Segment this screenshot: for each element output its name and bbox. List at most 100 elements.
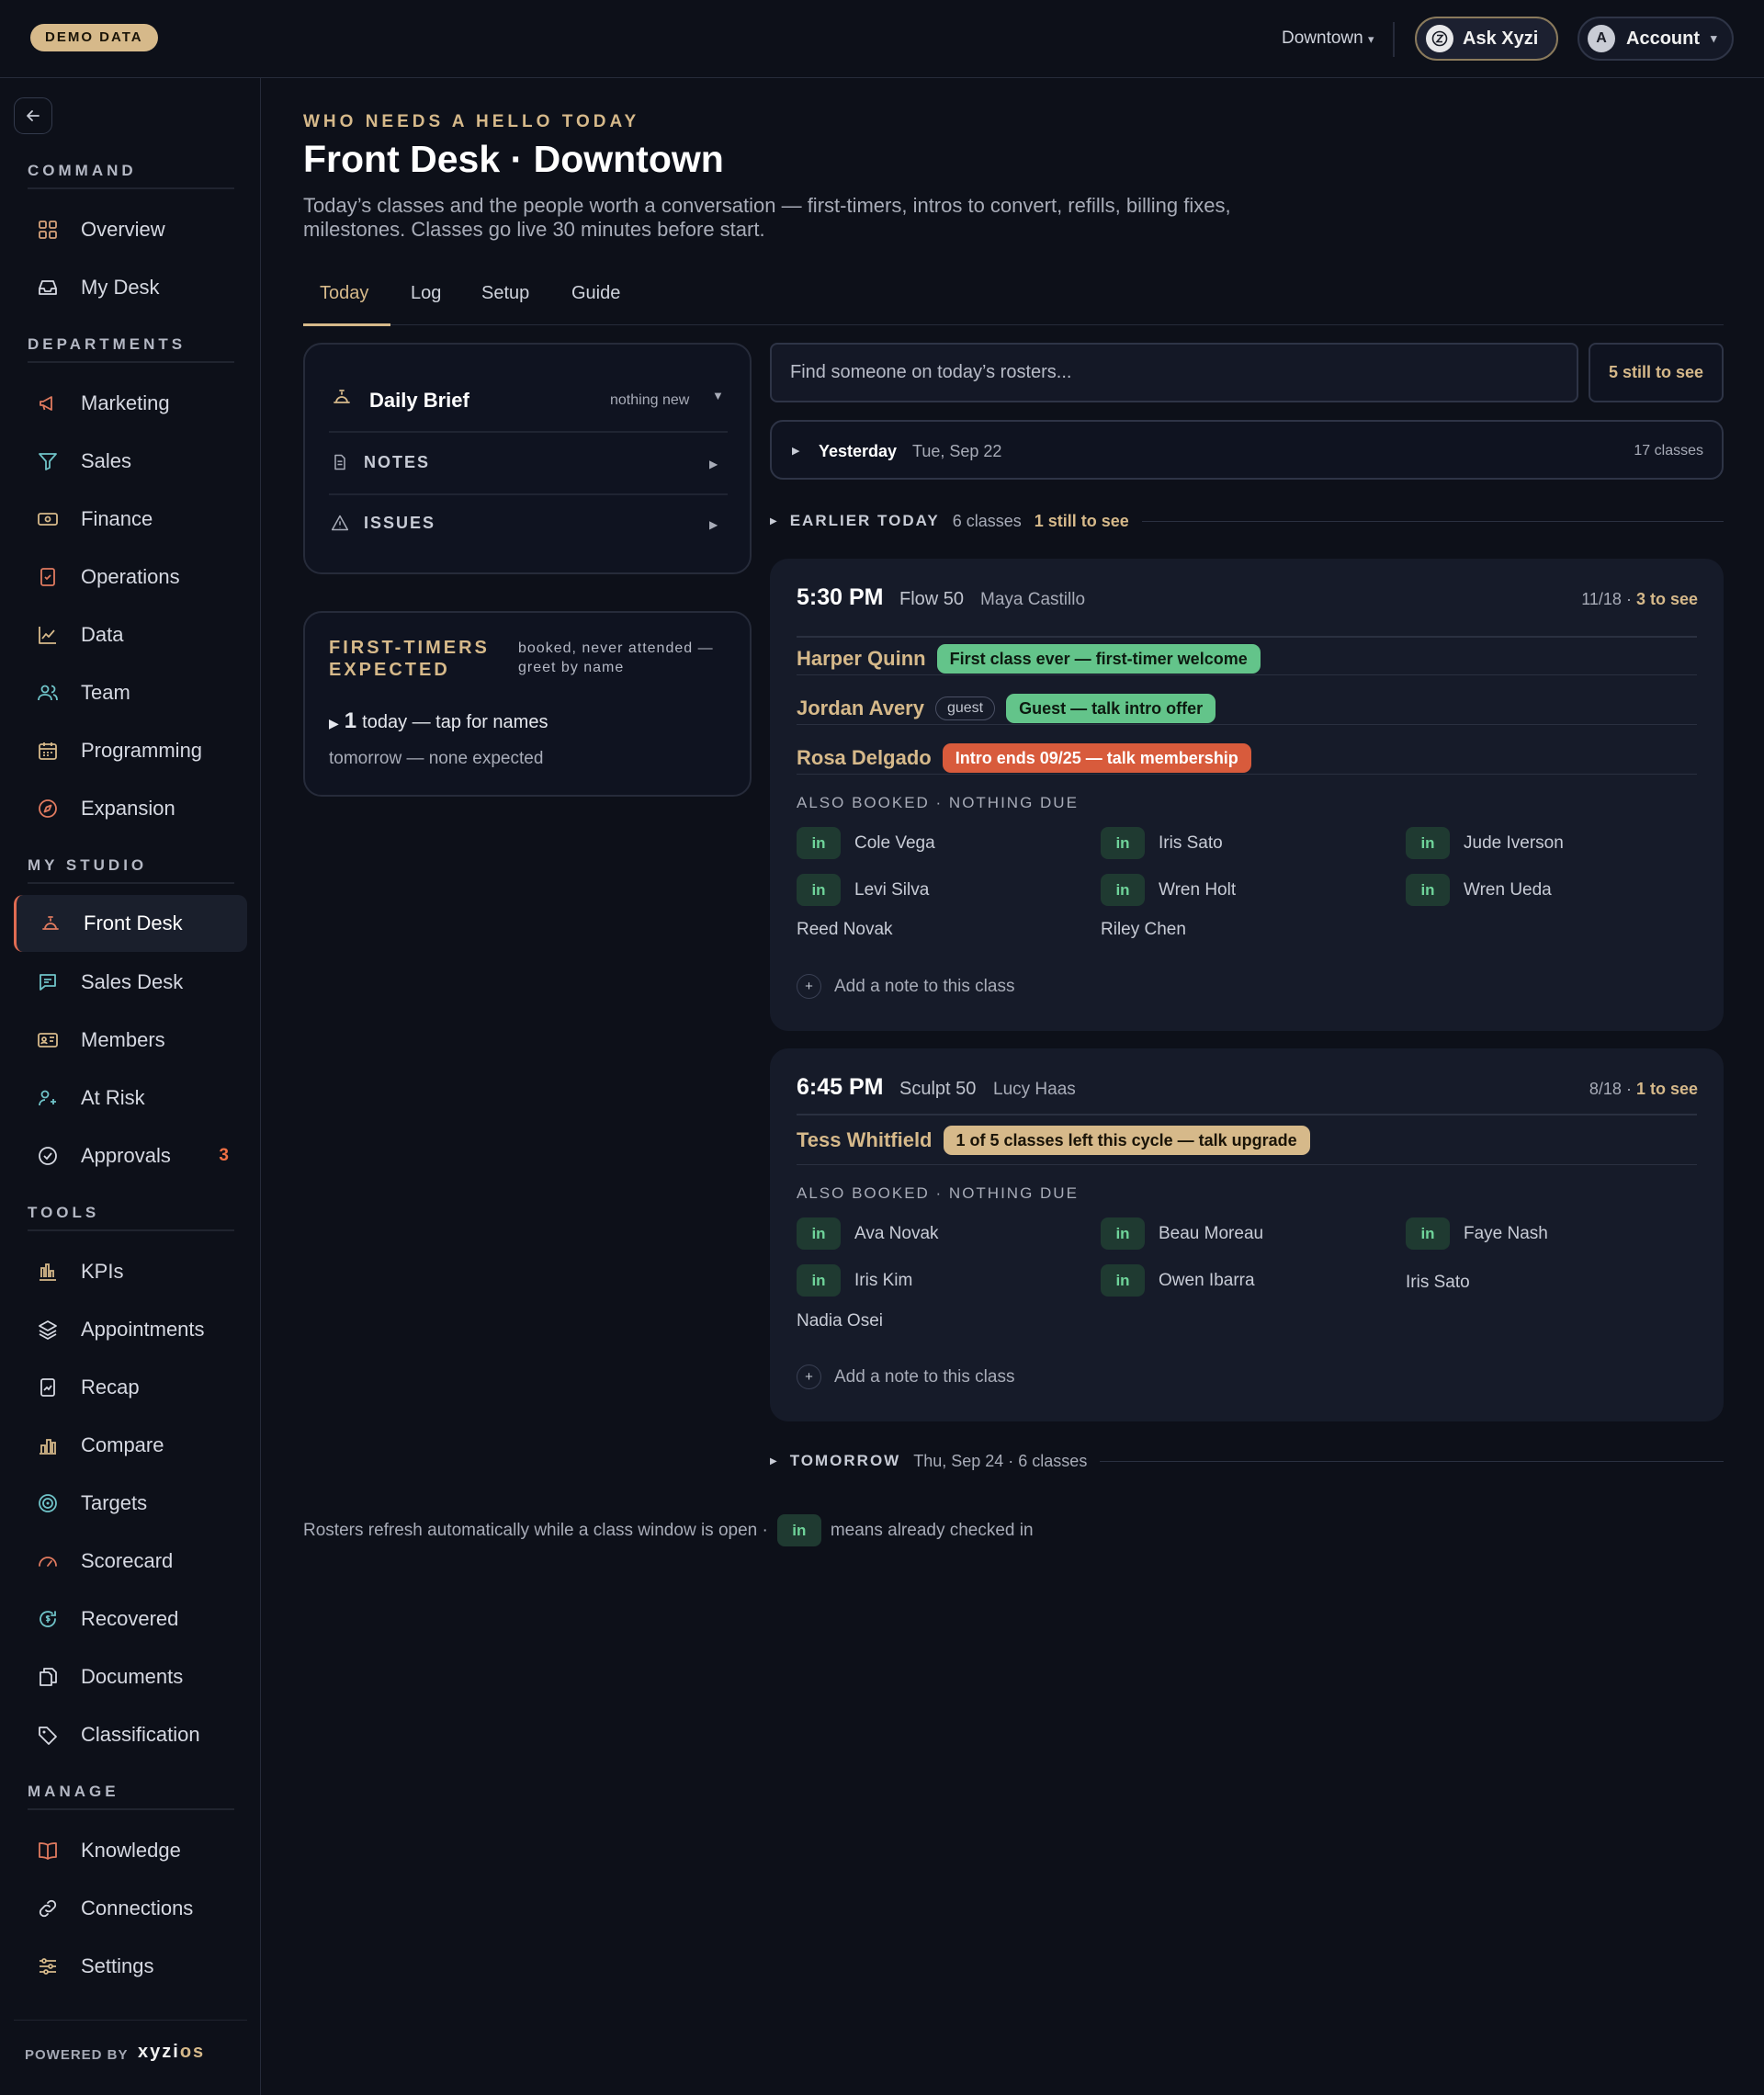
member-name: Faye Nash [1464, 1223, 1548, 1243]
sidebar-item-expansion[interactable]: Expansion [14, 780, 247, 837]
account-menu-button[interactable]: A Account ▾ [1577, 17, 1734, 61]
still-to-see-button[interactable]: 5 still to see [1589, 343, 1724, 402]
roster-footer-note: Rosters refresh automatically while a cl… [303, 1514, 1034, 1546]
member-item[interactable]: in Wren Ueda [1406, 874, 1552, 906]
sidebar-item-compare[interactable]: Compare [14, 1417, 247, 1474]
tomorrow-label: TOMORROW [789, 1452, 901, 1469]
sidebar-item-marketing[interactable]: Marketing [14, 375, 247, 432]
member-item[interactable]: in Wren Holt [1101, 874, 1236, 906]
member-item[interactable]: in Cole Vega [797, 827, 935, 859]
daily-brief-card: Daily Brief nothing new ▼ NOTES ▶ ISSUES… [303, 343, 752, 574]
sidebar-item-label: Members [81, 1028, 165, 1051]
tomorrow-row[interactable]: ▶ TOMORROW Thu, Sep 24 · 6 classes [770, 1447, 1724, 1475]
checked-in-pill: in [797, 1264, 841, 1297]
member-item[interactable]: in Iris Sato [1101, 827, 1223, 859]
member-name: Nadia Osei [797, 1311, 883, 1331]
sidebar-item-data[interactable]: Data [14, 606, 247, 663]
sidebar-item-recap[interactable]: Recap [14, 1359, 247, 1416]
sidebar-item-members[interactable]: Members [14, 1012, 247, 1069]
checked-in-pill: in [797, 874, 841, 906]
member-item[interactable]: Nadia Osei [797, 1311, 883, 1331]
sidebar-item-scorecard[interactable]: Scorecard [14, 1533, 247, 1590]
tab-setup[interactable]: Setup [481, 283, 529, 304]
yesterday-row[interactable]: ▶ Yesterday Tue, Sep 22 17 classes [770, 420, 1724, 480]
member-item[interactable]: Riley Chen [1101, 920, 1186, 940]
sidebar-item-team[interactable]: Team [14, 664, 247, 721]
member-item[interactable]: in Beau Moreau [1101, 1217, 1263, 1250]
tab-log[interactable]: Log [411, 283, 441, 304]
member-item[interactable]: in Jude Iverson [1406, 827, 1564, 859]
earlier-today-row[interactable]: ▶ EARLIER TODAY 6 classes 1 still to see [770, 507, 1724, 535]
first-timers-today-toggle[interactable]: ▶ 1 today — tap for names [329, 708, 548, 734]
sidebar-item-appointments[interactable]: Appointments [14, 1301, 247, 1358]
list-item[interactable]: Jordan Avery guest Guest — talk intro of… [797, 684, 1216, 733]
person-name[interactable]: Rosa Delgado [797, 746, 932, 770]
sidebar-item-label: Targets [81, 1491, 148, 1514]
tab-today[interactable]: Today [320, 283, 368, 304]
collapse-sidebar-button[interactable] [14, 97, 52, 134]
list-item[interactable]: Rosa Delgado Intro ends 09/25 — talk mem… [797, 733, 1251, 783]
sidebar-item-overview[interactable]: Overview [14, 201, 247, 258]
person-name[interactable]: Tess Whitfield [797, 1128, 933, 1152]
tab-bar: Today Log Setup Guide [303, 274, 1724, 326]
checked-in-pill: in [1406, 1217, 1450, 1250]
sidebar-item-label: Appointments [81, 1318, 205, 1341]
id-card-icon [38, 1033, 58, 1048]
member-item[interactable]: in Ava Novak [797, 1217, 939, 1250]
sidebar-item-kpis[interactable]: KPIs [14, 1243, 247, 1300]
sidebar-item-label: Compare [81, 1433, 164, 1456]
member-item[interactable]: in Iris Kim [797, 1264, 912, 1297]
sidebar-item-knowledge[interactable]: Knowledge [14, 1822, 247, 1879]
sidebar-item-targets[interactable]: Targets [14, 1475, 247, 1532]
sidebar-item-settings[interactable]: Settings [14, 1938, 247, 1995]
sidebar-item-connections[interactable]: Connections [14, 1880, 247, 1937]
member-name: Levi Silva [854, 879, 930, 900]
page-subtitle: Today’s classes and the people worth a c… [303, 194, 1231, 241]
earlier-today-still: 1 still to see [1034, 511, 1129, 530]
class-capacity: 8/18 · 1 to see [1589, 1080, 1698, 1099]
member-item[interactable]: in Levi Silva [797, 874, 929, 906]
list-item[interactable]: Harper Quinn First class ever — first-ti… [797, 634, 1261, 684]
logo-text-a: xyzi [138, 2042, 180, 2062]
sidebar-item-finance[interactable]: Finance [14, 491, 247, 548]
first-timers-today-text: today — tap for names [362, 712, 548, 732]
ask-xyzi-button[interactable]: Ask Xyzi [1415, 17, 1558, 61]
roster-search-input[interactable] [770, 343, 1578, 402]
sidebar-item-my-desk[interactable]: My Desk [14, 259, 247, 316]
add-note-button[interactable]: + Add a note to this class [797, 1365, 1014, 1389]
sidebar-item-operations[interactable]: Operations [14, 549, 247, 606]
location-select[interactable]: Downtown ▾ [1282, 28, 1374, 49]
sidebar-item-approvals[interactable]: Approvals 3 [14, 1127, 247, 1184]
tab-guide[interactable]: Guide [571, 283, 620, 304]
person-name[interactable]: Jordan Avery [797, 696, 924, 720]
add-note-button[interactable]: + Add a note to this class [797, 974, 1014, 999]
list-item[interactable]: Tess Whitfield 1 of 5 classes left this … [797, 1115, 1310, 1165]
member-item[interactable]: Reed Novak [797, 920, 893, 940]
divider [1100, 1460, 1724, 1462]
sidebar-item-classification[interactable]: Classification [14, 1706, 247, 1763]
member-item[interactable]: in Owen Ibarra [1101, 1264, 1255, 1297]
chevron-down-icon[interactable]: ▼ [712, 389, 724, 402]
sidebar-item-sales-desk[interactable]: Sales Desk [14, 954, 247, 1011]
caret-right-icon: ▶ [770, 515, 777, 527]
sidebar-item-front-desk[interactable]: Front Desk [14, 895, 247, 952]
issues-row[interactable]: ISSUES ▶ [305, 495, 750, 554]
notes-row[interactable]: NOTES ▶ [305, 433, 750, 492]
person-name[interactable]: Harper Quinn [797, 647, 926, 671]
chevron-down-icon: ▾ [1368, 32, 1374, 46]
plus-icon: + [797, 1365, 821, 1389]
sidebar-item-recovered[interactable]: Recovered [14, 1591, 247, 1648]
sidebar-item-documents[interactable]: Documents [14, 1648, 247, 1705]
sidebar-item-sales[interactable]: Sales [14, 433, 247, 490]
sidebar-item-at-risk[interactable]: At Risk [14, 1070, 247, 1127]
daily-brief-title[interactable]: Daily Brief [369, 389, 469, 413]
member-item[interactable]: Iris Sato [1406, 1273, 1470, 1293]
member-item[interactable]: in Faye Nash [1406, 1217, 1548, 1250]
sidebar-item-programming[interactable]: Programming [14, 722, 247, 779]
users-icon [38, 685, 58, 701]
add-note-label: Add a note to this class [834, 976, 1015, 996]
member-name: Wren Ueda [1464, 879, 1552, 900]
sidebar-item-label: Finance [81, 507, 153, 530]
yesterday-date: Tue, Sep 22 [912, 442, 1002, 460]
checked-in-pill: in [1406, 827, 1450, 859]
